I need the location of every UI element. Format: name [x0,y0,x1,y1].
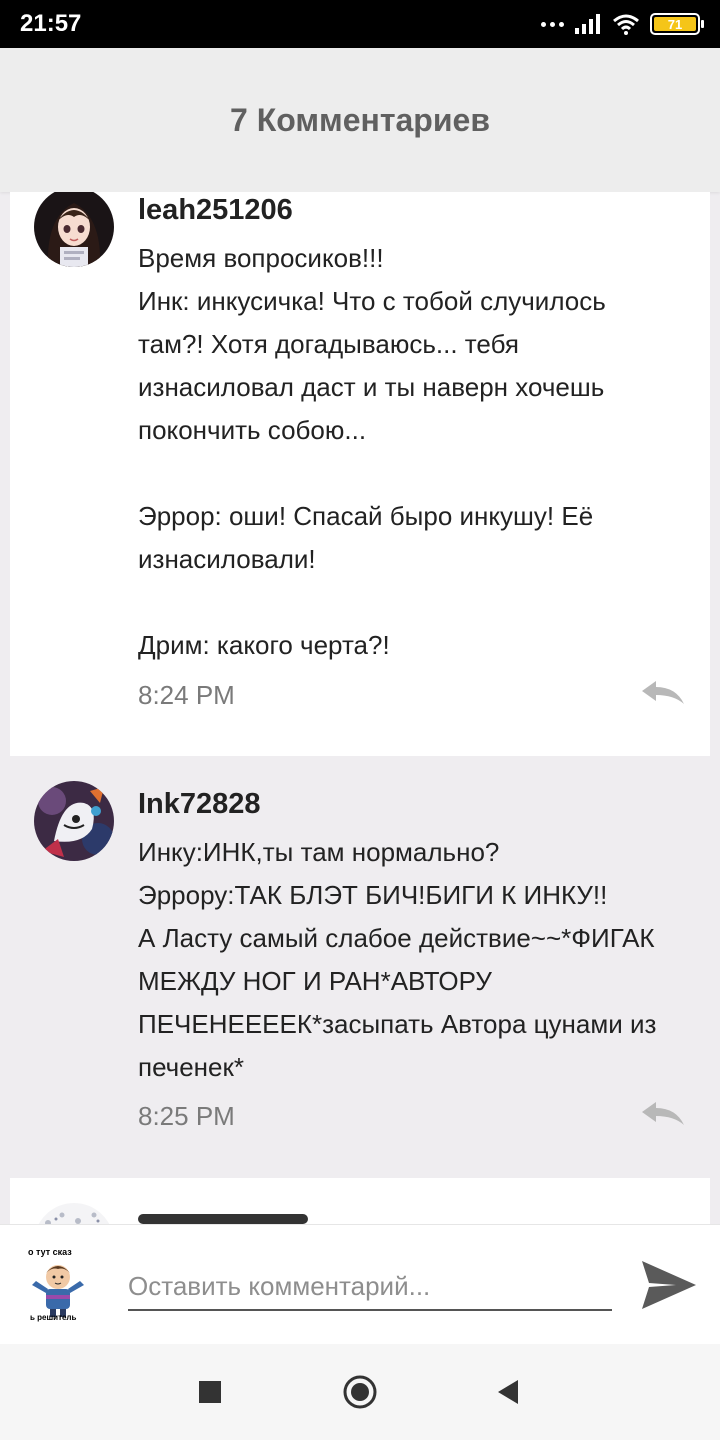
comment-item: leah251206 Время вопросиков!!! Инк: инку… [10,192,710,756]
status-time: 21:57 [20,10,82,37]
status-icons: 71 [541,12,704,36]
battery-level: 71 [654,17,696,32]
header: 7 Комментариев [0,48,720,192]
comment-item: Ink72828 Инку:ИНК,ты там нормально? Эрро… [10,756,710,1174]
home-circle-icon[interactable] [342,1374,378,1410]
comment-item [10,1178,710,1224]
page-title: 7 Комментариев [230,101,490,138]
comment-composer: о тут сказ ь решитель [0,1224,720,1344]
avatar[interactable] [34,781,114,861]
recents-square-icon[interactable] [192,1374,228,1410]
status-bar: 21:57 71 [0,0,720,48]
wifi-icon [613,14,639,35]
dots-icon [541,21,564,27]
reply-icon[interactable] [640,680,686,708]
avatar-caption-top: о тут сказ [28,1247,72,1257]
comment-username-placeholder [138,1214,308,1224]
comments-list[interactable]: leah251206 Время вопросиков!!! Инк: инку… [0,192,720,1224]
navigation-bar [0,1344,720,1440]
signal-icon [575,14,600,34]
comment-text: Инку:ИНК,ты там нормально? Эррору:ТАК БЛ… [138,837,657,1082]
comment-timestamp: 8:25 PM [138,1101,235,1131]
avatar[interactable] [34,1203,114,1224]
comment-username[interactable]: Ink72828 [138,788,261,821]
avatar[interactable] [34,192,114,267]
comment-username[interactable]: leah251206 [138,194,293,227]
user-avatar[interactable]: о тут сказ ь решитель [20,1247,96,1323]
reply-icon[interactable] [640,1101,686,1129]
back-triangle-icon[interactable] [490,1374,526,1410]
avatar-caption-bottom: ь решитель [30,1313,77,1322]
battery-icon: 71 [650,13,704,35]
comment-text: Время вопросиков!!! Инк: инкусичка! Что … [138,243,606,660]
comment-timestamp: 8:24 PM [138,680,235,710]
comment-input[interactable] [128,1263,612,1311]
send-icon[interactable] [640,1257,698,1313]
